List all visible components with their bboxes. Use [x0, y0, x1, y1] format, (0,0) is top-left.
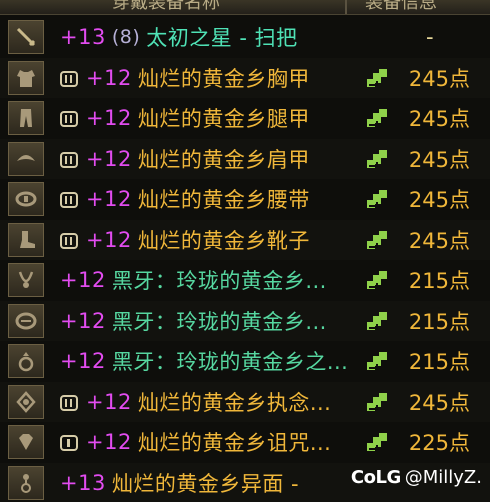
item-name-cell: +12 灿烂的黄金乡靴子	[60, 220, 310, 260]
item-name-cell: +12 黑牙：玲珑的黄金乡之...	[60, 341, 348, 381]
enhance-level: +12	[86, 227, 132, 252]
enhance-level: +12	[86, 430, 132, 454]
item-name: 灿烂的黄金乡肩甲	[137, 147, 310, 172]
enhance-level: +12	[86, 389, 132, 414]
item-points: 215点	[408, 269, 470, 293]
item-name: 黑牙：玲珑的黄金乡...	[111, 309, 327, 334]
enhance-level: +12	[60, 268, 106, 292]
equipment-row[interactable]: +12 灿烂的黄金乡诅咒... 225点	[0, 422, 490, 462]
item-name: 灿烂的黄金乡腿甲	[137, 107, 310, 131]
rarity-badge-icon	[60, 232, 78, 249]
item-points: 215点	[408, 350, 470, 374]
enhance-level: +12	[60, 349, 106, 373]
item-name: 灿烂的黄金乡胸甲	[137, 66, 310, 91]
item-name: 灿烂的黄金乡靴子	[137, 228, 310, 253]
shoulder-armor-icon	[8, 141, 44, 176]
belt-icon	[8, 182, 44, 216]
rarity-badge-icon	[60, 111, 78, 127]
equipment-row[interactable]: +12 灿烂的黄金乡靴子 245点	[0, 219, 490, 260]
stat-growth-icon	[365, 148, 389, 170]
stat-growth-icon	[365, 391, 389, 413]
watermark-handle: @MillyZ.	[404, 467, 482, 488]
equipment-row[interactable]: +12 灿烂的黄金乡执念... 245点	[0, 381, 490, 422]
rarity-badge-icon	[60, 192, 78, 208]
bracelet-icon	[8, 303, 44, 338]
equipment-row[interactable]: +12 黑牙：玲珑的黄金乡... 215点	[0, 300, 490, 341]
item-name: 黑牙：玲珑的黄金乡...	[111, 269, 327, 293]
item-name-cell: +13 (8) 太初之星 - 扫把	[60, 17, 298, 57]
item-points: 245点	[408, 66, 470, 91]
item-points: 245点	[408, 107, 470, 131]
item-name-cell: +13 灿烂的黄金乡异面 -	[60, 463, 299, 502]
watermark-logo: CoLG	[350, 467, 401, 488]
stat-growth-icon	[365, 431, 389, 453]
item-points: 245点	[408, 188, 470, 212]
item-name-cell: +12 灿烂的黄金乡腿甲	[60, 98, 310, 138]
rarity-badge-icon	[60, 70, 78, 87]
stat-growth-icon	[365, 350, 389, 372]
item-points-empty: -	[426, 25, 434, 49]
item-name: 灿烂的黄金乡腰带	[137, 188, 310, 212]
stat-growth-icon	[365, 188, 389, 210]
enhance-level: +13	[60, 470, 106, 495]
refine-level: (8)	[111, 26, 141, 48]
item-points: 245点	[408, 228, 470, 253]
enhance-level: +12	[86, 146, 132, 171]
rarity-badge-icon	[60, 394, 78, 411]
rarity-badge-icon	[60, 435, 78, 451]
item-name-cell: +12 黑牙：玲珑的黄金乡...	[60, 301, 327, 341]
ring-icon	[8, 344, 44, 378]
item-points: 245点	[408, 390, 470, 415]
legs-armor-icon	[8, 101, 44, 135]
equipment-row[interactable]: +12 灿烂的黄金乡腰带 245点	[0, 179, 490, 219]
item-name: 灿烂的黄金乡诅咒...	[137, 431, 332, 455]
equipment-row[interactable]: +12 灿烂的黄金乡胸甲 245点	[0, 57, 490, 98]
item-name: 灿烂的黄金乡执念...	[137, 390, 332, 415]
item-name-cell: +12 灿烂的黄金乡肩甲	[60, 139, 310, 179]
enhance-level: +12	[86, 106, 132, 130]
item-name-cell: +12 黑牙：玲珑的黄金乡...	[60, 260, 327, 300]
boots-icon	[8, 222, 44, 257]
watermark: CoLG @MillyZ.	[351, 467, 482, 488]
equipment-row[interactable]: +12 黑牙：玲珑的黄金乡之... 215点	[0, 341, 490, 381]
stat-growth-icon	[365, 107, 389, 129]
header-name-column: 穿戴装备名称	[112, 0, 220, 13]
item-name: 黑牙：玲珑的黄金乡之...	[111, 350, 349, 374]
enhance-level: +12	[86, 187, 132, 211]
item-name-cell: +12 灿烂的黄金乡胸甲	[60, 58, 310, 98]
necklace-icon	[8, 263, 44, 297]
enhance-level: +12	[86, 65, 132, 90]
header-divider	[345, 0, 347, 14]
weapon-icon	[8, 20, 44, 54]
equipment-row[interactable]: +12 黑牙：玲珑的黄金乡... 215点	[0, 260, 490, 300]
chest-armor-icon	[8, 60, 44, 95]
item-points: 215点	[408, 309, 470, 334]
equipment-row[interactable]: +13 (8) 太初之星 - 扫把 -	[0, 17, 490, 57]
magic-stone-icon	[8, 425, 44, 459]
item-name-cell: +12 灿烂的黄金乡执念...	[60, 382, 331, 422]
item-points: 245点	[408, 147, 470, 172]
item-name-cell: +12 灿烂的黄金乡腰带	[60, 179, 310, 219]
stat-growth-icon	[365, 269, 389, 291]
sub-equipment-icon	[8, 384, 44, 419]
item-name: 太初之星 - 扫把	[146, 26, 298, 50]
table-header: 穿戴装备名称 装备信息	[0, 0, 490, 15]
item-name: 灿烂的黄金乡异面 -	[111, 471, 300, 496]
rarity-badge-icon	[60, 151, 78, 168]
item-name-cell: +12 灿烂的黄金乡诅咒...	[60, 422, 331, 462]
enhance-level: +13	[60, 25, 106, 49]
earring-icon	[8, 465, 44, 500]
header-info-column: 装备信息	[365, 0, 437, 13]
stat-growth-icon	[365, 310, 389, 332]
stat-growth-icon	[365, 67, 389, 89]
equipment-row[interactable]: +12 灿烂的黄金乡腿甲 245点	[0, 98, 490, 138]
enhance-level: +12	[60, 308, 106, 333]
stat-growth-icon	[365, 229, 389, 251]
item-points: 225点	[408, 431, 470, 455]
equipment-row[interactable]: +12 灿烂的黄金乡肩甲 245点	[0, 138, 490, 179]
equipment-panel: 穿戴装备名称 装备信息 +13 (8) 太初之星 - 扫把 - +12 灿烂的黄金乡胸甲 2…	[0, 0, 490, 502]
